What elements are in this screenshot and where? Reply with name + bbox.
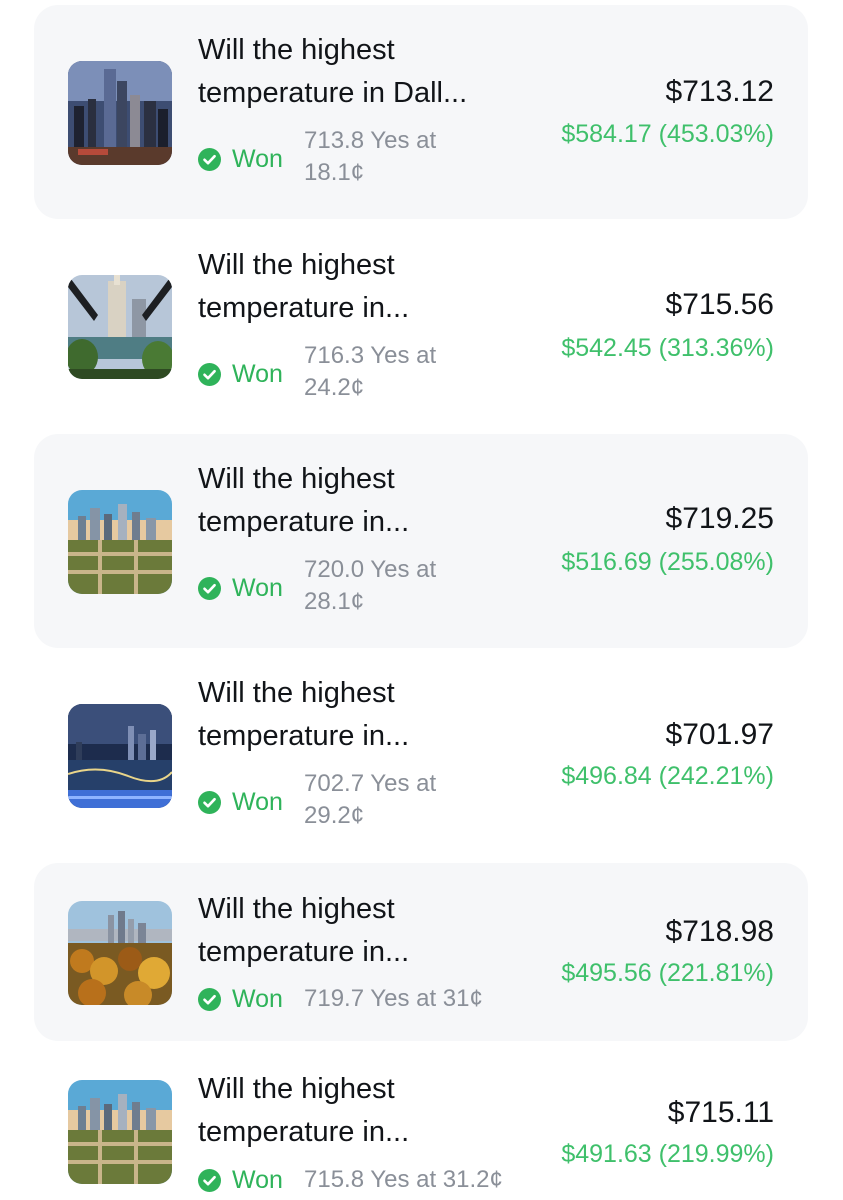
status-label: Won [232,984,283,1013]
position-card[interactable]: Will the highest temperature in Dall... … [34,5,808,219]
check-circle-icon [198,362,221,386]
position-detail: 719.7 Yes at 31¢ [304,983,544,1015]
position-card[interactable]: Will the highest temperature in... Won 7… [34,1042,808,1200]
position-detail: 716.3 Yes at 24.2¢ [304,340,524,404]
market-title-line: temperature in... [198,1116,410,1148]
status-badge: Won [198,979,283,1019]
market-title-line: temperature in... [198,292,410,324]
dallas-skyline-image [68,61,172,165]
check-circle-icon [198,1168,221,1192]
position-card[interactable]: Will the highest temperature in... Won 7… [34,220,808,434]
position-detail-line: 720.0 Yes at [304,556,437,583]
position-value: $715.56 [665,288,774,321]
check-circle-icon [198,576,221,600]
status-badge: Won [198,568,283,608]
market-title-line: temperature in... [198,936,410,968]
position-gain: $495.56 (221.81%) [561,959,774,987]
position-card[interactable]: Will the highest temperature in... Won 7… [34,648,808,862]
status-label: Won [232,573,283,602]
position-detail-line: 719.7 Yes at 31¢ [304,985,483,1012]
market-title-line: temperature in... [198,506,410,538]
position-value: $715.11 [667,1096,774,1129]
market-title-line: Will the highest [198,249,395,281]
status-label: Won [232,359,283,388]
positions-list: Will the highest temperature in Dall... … [0,0,843,1200]
position-card[interactable]: Will the highest temperature in... Won 7… [34,863,808,1041]
position-detail-line: 702.7 Yes at [304,770,437,797]
market-title: Will the highest temperature in... [198,672,518,758]
position-detail: 720.0 Yes at 28.1¢ [304,554,524,618]
status-label: Won [232,1165,283,1194]
check-circle-icon [198,987,221,1011]
autumn-city-image [68,901,172,1005]
market-title: Will the highest temperature in Dall... [198,29,518,115]
position-detail: 715.8 Yes at 31.2¢ [304,1164,544,1196]
position-detail-line: 713.8 Yes at [304,127,437,154]
position-value: $719.25 [665,502,774,535]
market-title-line: Will the highest [198,463,395,495]
status-badge: Won [198,354,283,394]
city-aerial-image [68,490,172,594]
position-detail: 702.7 Yes at 29.2¢ [304,768,524,832]
market-title-line: Will the highest [198,677,395,709]
status-badge: Won [198,139,283,179]
position-detail-line: 24.2¢ [304,374,365,401]
night-city-river-image [68,704,172,808]
position-gain: $584.17 (453.03%) [561,120,774,148]
position-detail-line: 18.1¢ [304,159,365,186]
market-title-line: Will the highest [198,34,395,66]
market-title: Will the highest temperature in... [198,1068,518,1154]
position-card[interactable]: Will the highest temperature in... Won 7… [34,434,808,648]
chicago-bridge-image [68,275,172,379]
status-label: Won [232,787,283,816]
market-title-line: Will the highest [198,893,395,925]
position-detail-line: 716.3 Yes at [304,342,437,369]
position-detail-line: 715.8 Yes at 31.2¢ [304,1166,503,1193]
market-title: Will the highest temperature in... [198,244,518,330]
position-gain: $542.45 (313.36%) [561,334,774,362]
position-gain: $516.69 (255.08%) [561,548,774,576]
check-circle-icon [198,147,221,171]
market-title-line: Will the highest [198,1073,395,1105]
market-title-line: temperature in... [198,720,410,752]
position-detail-line: 29.2¢ [304,802,365,829]
status-badge: Won [198,782,283,822]
market-title: Will the highest temperature in... [198,458,518,544]
position-gain: $496.84 (242.21%) [561,762,774,790]
status-badge: Won [198,1160,283,1200]
position-detail-line: 28.1¢ [304,588,365,615]
position-detail: 713.8 Yes at 18.1¢ [304,125,524,189]
market-title: Will the highest temperature in... [198,888,518,974]
market-title-line: temperature in Dall... [198,77,468,109]
position-value: $713.12 [665,75,774,108]
check-circle-icon [198,790,221,814]
city-aerial-image-2 [68,1080,172,1184]
status-label: Won [232,144,283,173]
position-value: $718.98 [665,915,774,948]
position-value: $701.97 [665,718,774,751]
position-gain: $491.63 (219.99%) [561,1140,774,1168]
